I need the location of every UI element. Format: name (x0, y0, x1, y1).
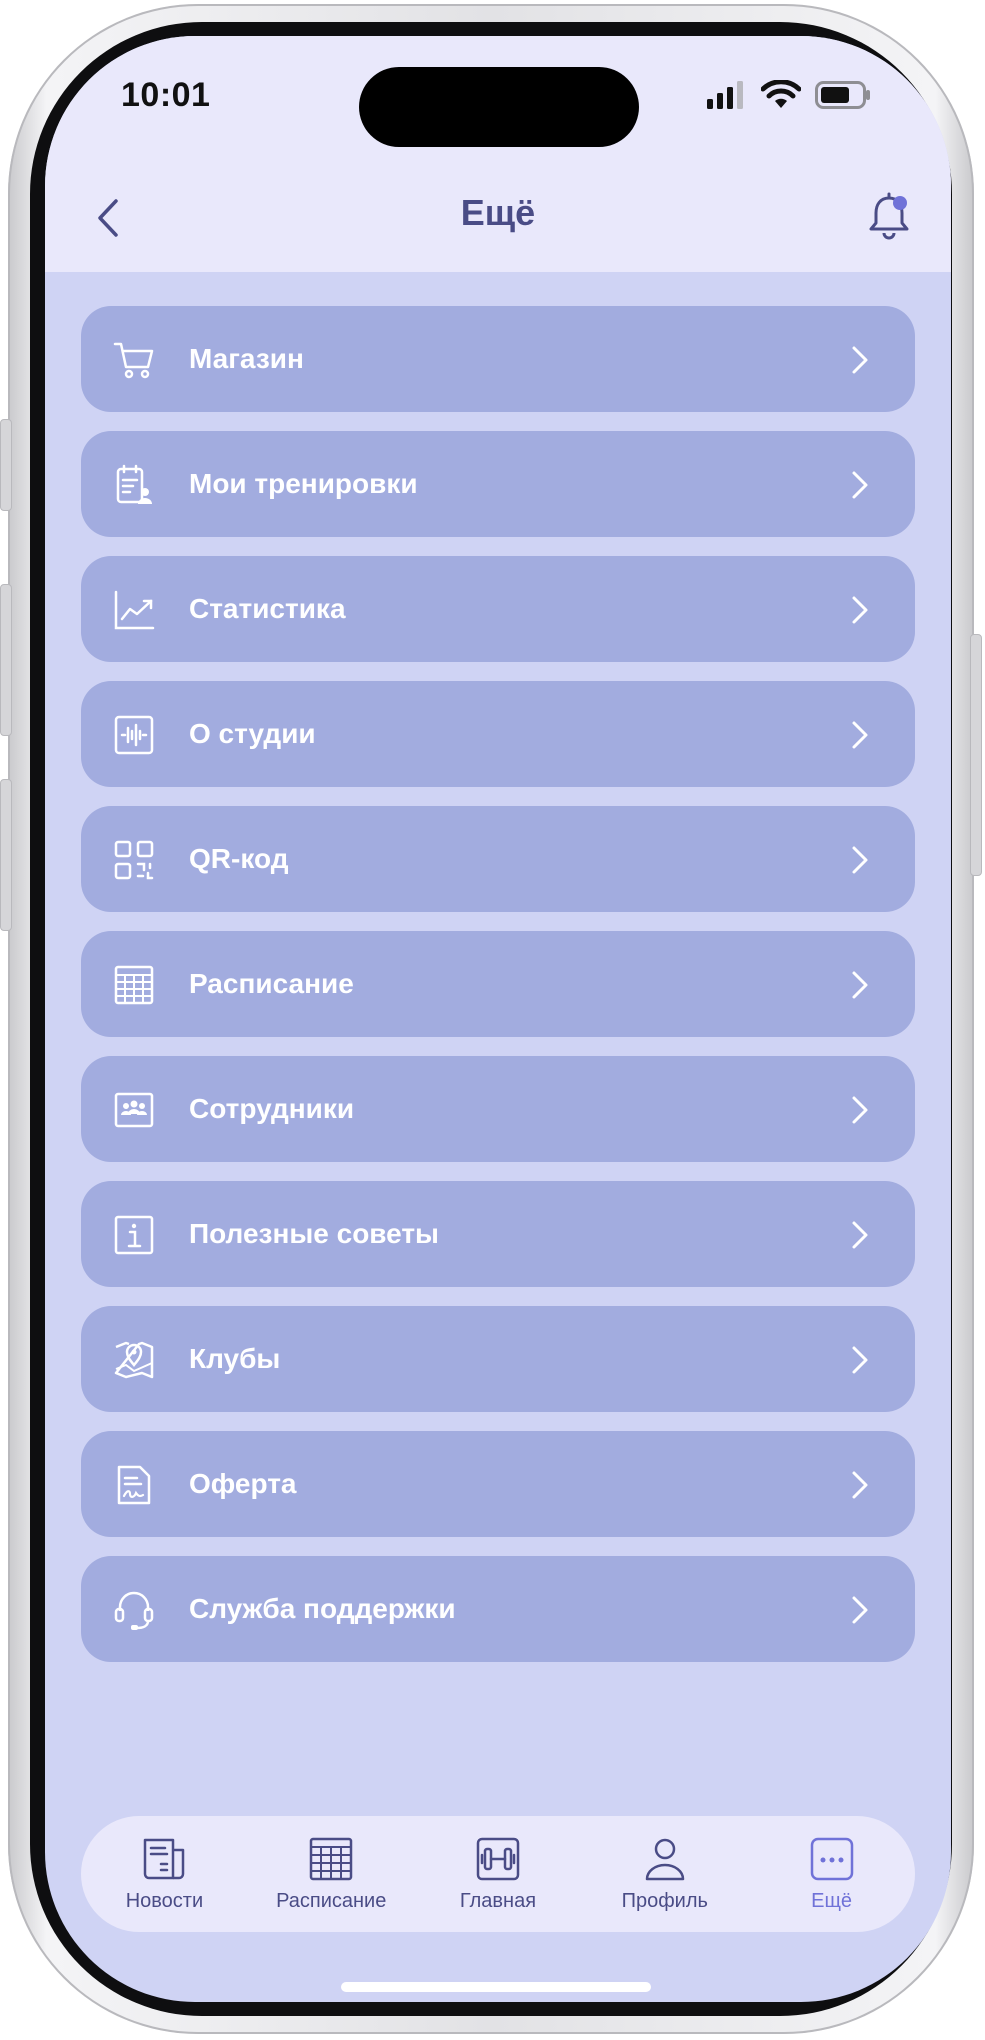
tab-label: Расписание (276, 1890, 387, 1912)
chart-line-icon (114, 590, 155, 630)
menu-item-label: Клубы (189, 1343, 281, 1374)
chevron-right-icon (852, 1471, 868, 1499)
status-time: 10:01 (121, 76, 211, 114)
dynamic-island (359, 67, 639, 147)
chevron-right-icon (852, 1221, 868, 1249)
user-icon (645, 1838, 685, 1881)
bell-icon (869, 192, 909, 240)
chevron-right-icon (852, 596, 868, 624)
tab-label: Ещё (811, 1890, 853, 1912)
volume-up-button (0, 584, 12, 736)
tab-label: Новости (125, 1890, 204, 1912)
menu-item-schedule[interactable]: Расписание (81, 931, 915, 1037)
tab-more[interactable]: Ещё (748, 1816, 915, 1932)
menu-item-label: Оферта (189, 1468, 297, 1499)
menu-item-label: О студии (189, 718, 316, 749)
menu-item-label: Полезные советы (189, 1218, 439, 1249)
menu-item-qr-code[interactable]: QR-код (81, 806, 915, 912)
screen: 10:01 Ещё Магазин Мои тренировки Статист… (45, 36, 951, 2002)
menu-item-staff[interactable]: Сотрудники (81, 1056, 915, 1162)
menu-item-my-trainings[interactable]: Мои тренировки (81, 431, 915, 537)
tab-label: Главная (459, 1890, 537, 1912)
more-icon (810, 1837, 853, 1881)
menu-item-offer[interactable]: Оферта (81, 1431, 915, 1537)
menu-item-statistics[interactable]: Статистика (81, 556, 915, 662)
tab-news[interactable]: Новости (81, 1816, 248, 1932)
chevron-right-icon (852, 1096, 868, 1124)
tab-schedule[interactable]: Расписание (248, 1816, 415, 1932)
page-title: Ещё (460, 192, 536, 233)
tab-label: Профиль (621, 1890, 708, 1912)
calendar-grid-icon (114, 965, 154, 1005)
news-icon (144, 1838, 185, 1880)
tab-profile[interactable]: Профиль (581, 1816, 748, 1932)
menu-item-label: Статистика (189, 593, 346, 624)
status-icons (707, 80, 871, 110)
home-indicator[interactable] (341, 1982, 651, 1992)
document-signature-icon (117, 1465, 151, 1505)
menu-item-label: QR-код (189, 843, 289, 874)
cart-icon (113, 342, 154, 379)
headset-icon (114, 1591, 154, 1630)
menu-item-shop[interactable]: Магазин (81, 306, 915, 412)
map-pin-icon (114, 1341, 154, 1379)
battery-icon (815, 81, 870, 109)
chevron-right-icon (852, 1346, 868, 1374)
chevron-right-icon (852, 1596, 868, 1624)
qr-code-icon (114, 840, 154, 880)
tab-bar: Новости Расписание Главная Профиль Ещё (81, 1816, 915, 1932)
wifi-icon (761, 80, 801, 108)
info-icon (114, 1215, 154, 1255)
menu-item-about-studio[interactable]: О студии (81, 681, 915, 787)
mute-switch (0, 419, 12, 511)
menu-item-tips[interactable]: Полезные советы (81, 1181, 915, 1287)
chevron-right-icon (852, 721, 868, 749)
calendar-grid-icon (309, 1837, 353, 1881)
clipboard-user-icon (116, 464, 152, 504)
dumbbell-icon (476, 1837, 520, 1881)
power-button (970, 634, 982, 876)
menu-item-clubs[interactable]: Клубы (81, 1306, 915, 1412)
menu-item-support[interactable]: Служба поддержки (81, 1556, 915, 1662)
signal-icon (707, 81, 743, 109)
chevron-right-icon (852, 346, 868, 374)
menu-item-label: Служба поддержки (189, 1593, 456, 1624)
tab-home[interactable]: Главная (415, 1816, 582, 1932)
chevron-right-icon (852, 971, 868, 999)
audio-wave-icon (114, 715, 154, 755)
menu-item-label: Расписание (189, 968, 354, 999)
menu-item-label: Магазин (189, 343, 304, 374)
volume-down-button (0, 779, 12, 931)
chevron-right-icon (852, 846, 868, 874)
notifications-button[interactable] (861, 186, 917, 246)
team-icon (114, 1092, 154, 1128)
menu-item-label: Мои тренировки (189, 468, 418, 499)
menu-item-label: Сотрудники (189, 1093, 355, 1124)
menu-list: Магазин Мои тренировки Статистика О студ… (81, 306, 915, 1681)
chevron-right-icon (852, 471, 868, 499)
